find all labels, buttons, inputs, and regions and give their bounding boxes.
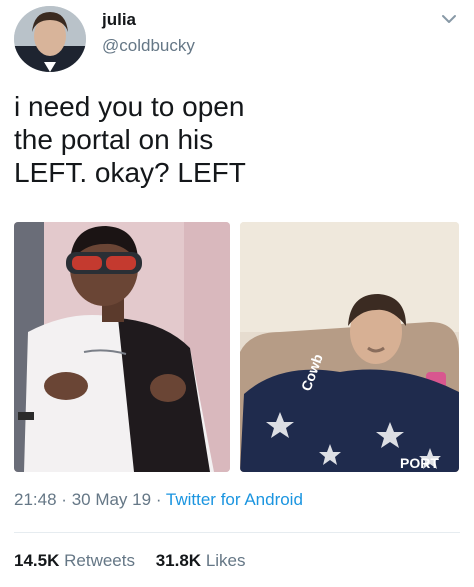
media-image-right[interactable]: Cowb PORT	[240, 222, 459, 472]
blanket-text-2: PORT	[400, 455, 439, 471]
retweets-label: Retweets	[64, 551, 135, 570]
retweets-stat[interactable]: 14.5K Retweets	[14, 551, 135, 570]
display-name[interactable]: julia	[102, 10, 136, 30]
likes-label: Likes	[205, 551, 246, 570]
tweet-header: julia @coldbucky	[14, 6, 460, 72]
tweet-text-line: i need you to open	[14, 91, 245, 122]
tweet-text-line: the portal on his	[14, 124, 214, 155]
tweet-text-line: LEFT. okay? LEFT	[14, 157, 246, 188]
likes-count: 31.8K	[155, 551, 202, 570]
meta-separator: ·	[61, 490, 67, 509]
tweet-date[interactable]: 30 May 19	[72, 490, 151, 509]
tweet-stats: 14.5K Retweets 31.8K Likes	[14, 551, 262, 571]
meta-separator: ·	[155, 490, 162, 509]
likes-stat[interactable]: 31.8K Likes	[156, 551, 246, 570]
tweet-source-link[interactable]: Twitter for Android	[166, 490, 303, 509]
media-image-left[interactable]	[14, 222, 230, 472]
avatar[interactable]	[14, 6, 86, 72]
retweets-count: 14.5K	[14, 551, 60, 570]
divider	[14, 532, 460, 533]
tweet-meta: 21:48 · 30 May 19 · Twitter for Android	[14, 490, 303, 510]
chevron-down-icon[interactable]	[438, 8, 460, 30]
tweet-card: julia @coldbucky i need you to open the …	[0, 0, 474, 587]
tweet-text: i need you to open the portal on his LEF…	[14, 90, 454, 189]
user-handle[interactable]: @coldbucky	[102, 36, 195, 56]
tweet-time[interactable]: 21:48	[14, 490, 57, 509]
